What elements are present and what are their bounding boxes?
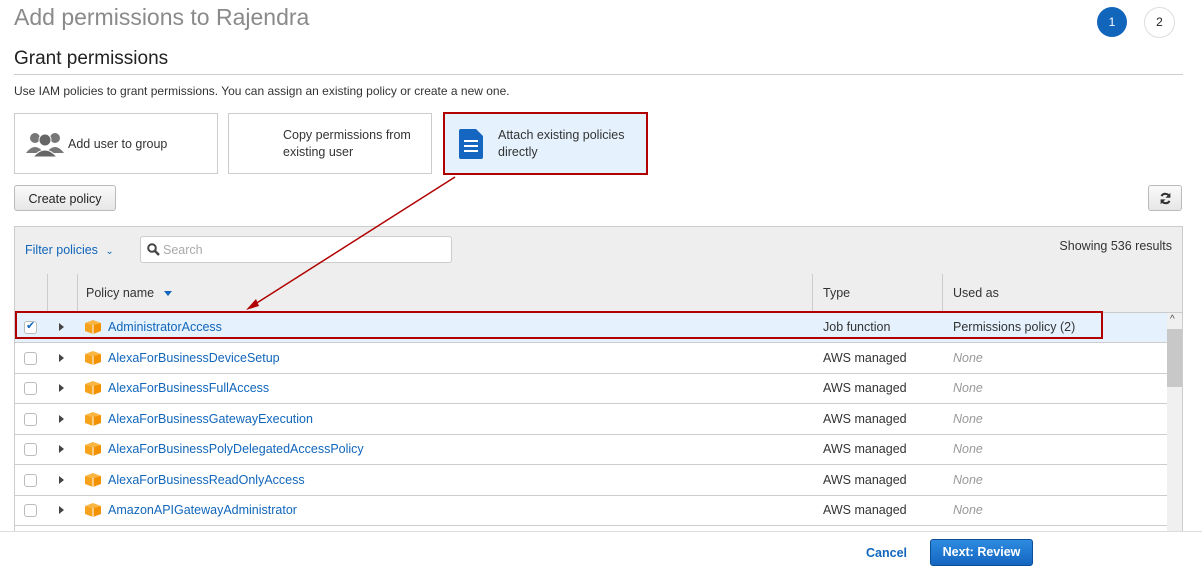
document-icon bbox=[459, 129, 483, 159]
policy-type: Job function bbox=[823, 320, 891, 334]
expand-caret-icon[interactable] bbox=[59, 475, 64, 484]
row-checkbox[interactable] bbox=[24, 351, 37, 365]
step-2-indicator[interactable]: 2 bbox=[1144, 7, 1175, 38]
search-icon bbox=[147, 243, 160, 256]
section-title: Grant permissions bbox=[14, 48, 169, 69]
option-attach-existing-policies[interactable]: Attach existing policies directly bbox=[443, 112, 648, 175]
expand-caret-icon[interactable] bbox=[59, 384, 64, 392]
expand-caret-icon[interactable] bbox=[59, 353, 64, 362]
users-group-icon bbox=[26, 133, 64, 157]
policy-used-as: None bbox=[953, 411, 983, 426]
policy-type: AWS managed bbox=[823, 442, 907, 456]
row-checkbox[interactable] bbox=[24, 319, 37, 334]
policy-used-as: None bbox=[953, 472, 983, 487]
table-row[interactable]: AmazonAPIGatewayAdministrator AWS managed… bbox=[15, 496, 1167, 526]
table-row[interactable]: AlexaForBusinessReadOnlyAccess AWS manage… bbox=[15, 466, 1167, 496]
policy-type: AWS managed bbox=[823, 411, 907, 426]
refresh-icon bbox=[1160, 192, 1171, 205]
policy-type: AWS managed bbox=[823, 503, 907, 517]
policy-name-link[interactable]: AlexaForBusinessDeviceSetup bbox=[108, 351, 280, 365]
expand-caret-icon[interactable] bbox=[59, 323, 64, 331]
option-label-line1: Copy permissions from bbox=[283, 128, 411, 142]
filter-policies-dropdown[interactable]: Filter policies ⌄ bbox=[25, 243, 114, 257]
option-label-line2: existing user bbox=[283, 145, 354, 159]
policy-type: AWS managed bbox=[823, 381, 907, 395]
policy-used-as: Permissions policy (2) bbox=[953, 320, 1076, 334]
option-label-line1: Attach existing policies bbox=[498, 128, 625, 142]
row-checkbox[interactable] bbox=[24, 443, 37, 456]
scroll-up-icon[interactable]: ^ bbox=[1170, 314, 1175, 325]
expand-caret-icon[interactable] bbox=[59, 506, 64, 514]
expand-caret-icon[interactable] bbox=[59, 414, 64, 423]
option-add-user-to-group[interactable]: Add user to group bbox=[14, 113, 218, 174]
sort-desc-icon bbox=[163, 291, 172, 297]
search-placeholder: Search bbox=[163, 243, 203, 257]
policies-table: Filter policies ⌄ Search Showing 536 res… bbox=[14, 226, 1183, 536]
policy-name-link[interactable]: AlexaForBusinessFullAccess bbox=[108, 381, 269, 395]
header-select-column bbox=[15, 274, 48, 312]
policy-box-icon bbox=[85, 472, 101, 487]
create-policy-button[interactable]: Create policy bbox=[14, 185, 116, 211]
policy-name-link[interactable]: AlexaForBusinessPolyDelegatedAccessPolic… bbox=[108, 442, 364, 456]
header-type[interactable]: Type bbox=[813, 274, 943, 312]
section-description: Use IAM policies to grant permissions. Y… bbox=[14, 84, 510, 98]
page-title: Add permissions to Rajendra bbox=[14, 4, 310, 30]
option-copy-permissions[interactable]: Copy permissions from existing user bbox=[228, 113, 432, 174]
policy-box-icon bbox=[85, 503, 101, 517]
refresh-button[interactable] bbox=[1148, 185, 1182, 211]
policy-name-link[interactable]: AlexaForBusinessReadOnlyAccess bbox=[108, 473, 305, 487]
table-row[interactable]: AlexaForBusinessDeviceSetup AWS managed No… bbox=[15, 344, 1167, 374]
table-toolbar: Filter policies ⌄ Search Showing 536 res… bbox=[15, 227, 1182, 275]
policy-box-icon bbox=[85, 442, 101, 456]
results-count: Showing 536 results bbox=[1059, 239, 1172, 253]
table-row[interactable]: AdministratorAccess Job function Permissio… bbox=[15, 313, 1167, 343]
table-row[interactable]: AlexaForBusinessFullAccess AWS managed Non… bbox=[15, 374, 1167, 404]
row-checkbox[interactable] bbox=[24, 473, 37, 487]
policy-type: AWS managed bbox=[823, 472, 907, 487]
table-header: Policy name Type Used as bbox=[15, 274, 1182, 313]
header-label: Policy name bbox=[86, 286, 155, 300]
expand-caret-icon[interactable] bbox=[59, 445, 64, 453]
policy-used-as: None bbox=[953, 503, 983, 517]
table-row[interactable]: AlexaForBusinessGatewayExecution AWS mana… bbox=[15, 405, 1167, 435]
policy-box-icon bbox=[85, 320, 101, 334]
table-row[interactable]: AlexaForBusinessPolyDelegatedAccessPolic… bbox=[15, 435, 1167, 465]
policy-box-icon bbox=[85, 411, 101, 426]
scrollbar-thumb[interactable] bbox=[1167, 329, 1182, 387]
policy-used-as: None bbox=[953, 381, 983, 395]
policy-box-icon bbox=[85, 350, 101, 365]
policy-name-link[interactable]: AdministratorAccess bbox=[108, 320, 222, 334]
chevron-down-icon: ⌄ bbox=[105, 246, 114, 257]
row-checkbox[interactable] bbox=[24, 412, 37, 426]
header-expand-column bbox=[48, 274, 78, 312]
option-label-line2: directly bbox=[498, 145, 538, 159]
policy-name-link[interactable]: AlexaForBusinessGatewayExecution bbox=[108, 412, 313, 426]
filter-label: Filter policies bbox=[25, 243, 98, 257]
header-used-as[interactable]: Used as bbox=[943, 274, 1182, 312]
policy-used-as: None bbox=[953, 350, 983, 365]
next-review-button[interactable]: Next: Review bbox=[930, 539, 1033, 566]
option-label: Add user to group bbox=[68, 137, 168, 151]
scrollbar[interactable]: ^ bbox=[1167, 313, 1182, 535]
cancel-button[interactable]: Cancel bbox=[866, 546, 907, 560]
footer: Cancel Next: Review bbox=[0, 531, 1202, 574]
row-checkbox[interactable] bbox=[24, 382, 37, 395]
divider bbox=[14, 74, 1183, 75]
header-policy-name[interactable]: Policy name bbox=[78, 274, 813, 312]
step-1-indicator[interactable]: 1 bbox=[1097, 7, 1127, 37]
search-input[interactable]: Search bbox=[140, 236, 452, 263]
policy-type: AWS managed bbox=[823, 350, 907, 365]
row-checkbox[interactable] bbox=[24, 504, 37, 517]
policy-name-link[interactable]: AmazonAPIGatewayAdministrator bbox=[108, 503, 297, 517]
policy-box-icon bbox=[85, 381, 101, 395]
policy-used-as: None bbox=[953, 442, 983, 456]
